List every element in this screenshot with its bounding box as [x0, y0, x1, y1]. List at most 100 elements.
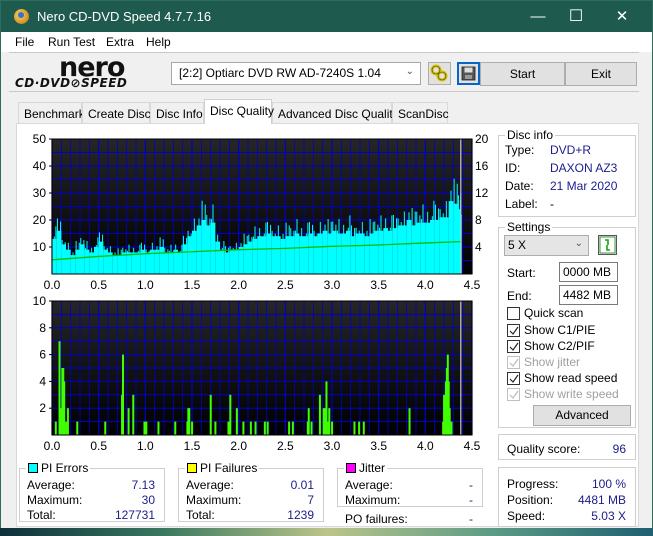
drive-config-button[interactable]: [428, 62, 451, 85]
y-tick-label-left: 6: [39, 348, 46, 362]
menu-extra[interactable]: Extra: [106, 35, 134, 49]
exit-button[interactable]: Exit: [565, 62, 637, 86]
pi-failure-bar: [235, 408, 238, 435]
jitter-title: Jitter: [359, 461, 386, 475]
nero-disc-icon: [14, 9, 29, 24]
progress-label: Progress:: [507, 477, 559, 491]
x-tick-label: 0.5: [90, 439, 107, 453]
show-c2-pif-checkbox[interactable]: Show C2/PIF: [507, 339, 647, 353]
tab-create-disc[interactable]: Create Disc: [82, 102, 151, 123]
jitter-maximum-value: -: [469, 493, 473, 507]
checkbox-box: [507, 372, 520, 385]
po-failures-value: -: [469, 512, 473, 526]
quick-scan-checkbox[interactable]: Quick scan: [507, 306, 647, 320]
pi-failure-bar: [132, 394, 135, 435]
quality-score-label: Quality score:: [507, 442, 581, 456]
pi-failure-bar: [145, 421, 148, 435]
pi-failure-bar: [143, 421, 146, 435]
menu-run-test[interactable]: Run Test: [48, 35, 95, 49]
pi-failure-bar: [58, 341, 61, 435]
pi-failure-bar: [328, 408, 331, 435]
x-tick-label: 2.0: [230, 278, 247, 292]
start-input[interactable]: 0000 MB: [559, 262, 618, 282]
end-label: End:: [507, 289, 532, 303]
show-read-speed-checkbox[interactable]: Show read speed: [507, 371, 647, 385]
pi-failures-chart: 0.0 0.5 1.0 1.5 2.0 2.5 3.0 3.5 4.0 4.5 2 4 6 8 10: [17, 295, 495, 455]
nero-logo: nero CD·DVD⊘SPEED: [13, 52, 163, 90]
start-button[interactable]: Start: [480, 62, 565, 86]
x-tick-label: 0.5: [90, 278, 107, 292]
show-write-speed-checkbox: Show write speed: [507, 387, 647, 401]
end-input[interactable]: 4482 MB: [559, 285, 618, 305]
chevron-down-icon: ⌄: [574, 238, 583, 249]
pi-failures-legend: PI Failures: [185, 461, 259, 475]
quick-scan-label: Quick scan: [524, 306, 584, 320]
quality-score-value: 96: [612, 442, 626, 456]
pi-failure-bar: [127, 408, 130, 435]
tab-scandisc[interactable]: ScanDisc: [392, 102, 449, 123]
show-c2-pif-label: Show C2/PIF: [524, 339, 595, 353]
x-tick-label: 3.5: [370, 439, 387, 453]
show-read-speed-label: Show read speed: [524, 371, 618, 385]
advanced-button[interactable]: Advanced: [533, 405, 631, 426]
pi-failure-bar: [318, 394, 321, 435]
pi-failure-bar: [408, 408, 411, 435]
pi-failure-bar: [254, 421, 257, 435]
pi-failure-bar: [325, 381, 328, 435]
checkmark-icon: [509, 326, 519, 335]
tab-benchmark[interactable]: Benchmark: [18, 102, 85, 123]
x-tick-label: 4.5: [464, 439, 481, 453]
jitter-average-label: Average:: [345, 478, 393, 492]
pi-failure-bar: [174, 421, 177, 435]
menu-file[interactable]: File: [15, 35, 34, 49]
close-button[interactable]: ✕: [599, 1, 645, 32]
jitter-legend: Jitter: [344, 461, 387, 475]
x-tick-label: 0.0: [44, 439, 61, 453]
y-tick-label-right: 20: [475, 132, 489, 146]
y-tick-label-left: 20: [33, 213, 47, 227]
tab-disc-info[interactable]: Disc Info: [150, 102, 204, 123]
pi-errors-maximum-label: Maximum:: [27, 493, 83, 507]
x-tick-label: 1.0: [137, 439, 154, 453]
tab-advanced-disc-quality[interactable]: Advanced Disc Quality: [272, 102, 399, 123]
speed-label: Speed:: [507, 509, 546, 523]
chevron-down-icon: ⌄: [405, 66, 414, 77]
pi-failure-bar: [227, 421, 230, 435]
y-tick-label-left: 8: [39, 321, 46, 335]
x-tick-label: 4.0: [417, 278, 434, 292]
pi-failures-maximum-label: Maximum:: [186, 493, 242, 507]
y-tick-label-right: 12: [475, 186, 489, 200]
progress-value: 100 %: [591, 477, 626, 491]
speed-select[interactable]: 5 X ⌄: [504, 235, 589, 256]
pi-errors-average-value: 7.13: [131, 478, 155, 492]
refresh-button[interactable]: [598, 235, 617, 255]
speed-select-value: 5 X: [508, 238, 527, 252]
pi-failure-bar: [323, 408, 326, 435]
pi-failure-bar: [353, 421, 356, 435]
refresh-icon: [599, 236, 616, 254]
disc-id-value: DAXON AZ3: [550, 161, 618, 175]
maximize-button[interactable]: ☐: [553, 1, 599, 32]
show-c1-pie-checkbox[interactable]: Show C1/PIE: [507, 323, 647, 337]
y-tick-label-left: 30: [33, 186, 47, 200]
pi-failure-bar: [358, 421, 361, 435]
disc-date-value: 21 Mar 2020: [550, 179, 618, 193]
pi-failure-bar: [122, 354, 124, 435]
save-button[interactable]: [457, 62, 480, 85]
disc-label-label: Label:: [505, 197, 538, 211]
x-tick-label: 2.0: [230, 439, 247, 453]
pi-failure-bar: [76, 421, 79, 435]
desktop-background: [0, 528, 653, 536]
drive-select[interactable]: [2:2] Optiarc DVD RW AD-7240S 1.04 ⌄: [171, 62, 421, 85]
checkmark-icon: [509, 342, 519, 351]
y-tick-label-left: 10: [33, 295, 47, 308]
pi-errors-total-value: 127731: [114, 508, 155, 522]
pi-failures-average-value: 0.01: [290, 478, 314, 492]
logo-cddvd-speed-text: CD·DVD⊘SPEED: [15, 76, 128, 90]
pi-failure-bar: [104, 421, 107, 435]
menu-help[interactable]: Help: [146, 35, 171, 49]
disc-type-value: DVD+R: [550, 143, 592, 157]
checkbox-box: [507, 388, 520, 401]
tab-disc-quality[interactable]: Disc Quality: [204, 99, 274, 124]
x-tick-label: 4.5: [464, 278, 481, 292]
